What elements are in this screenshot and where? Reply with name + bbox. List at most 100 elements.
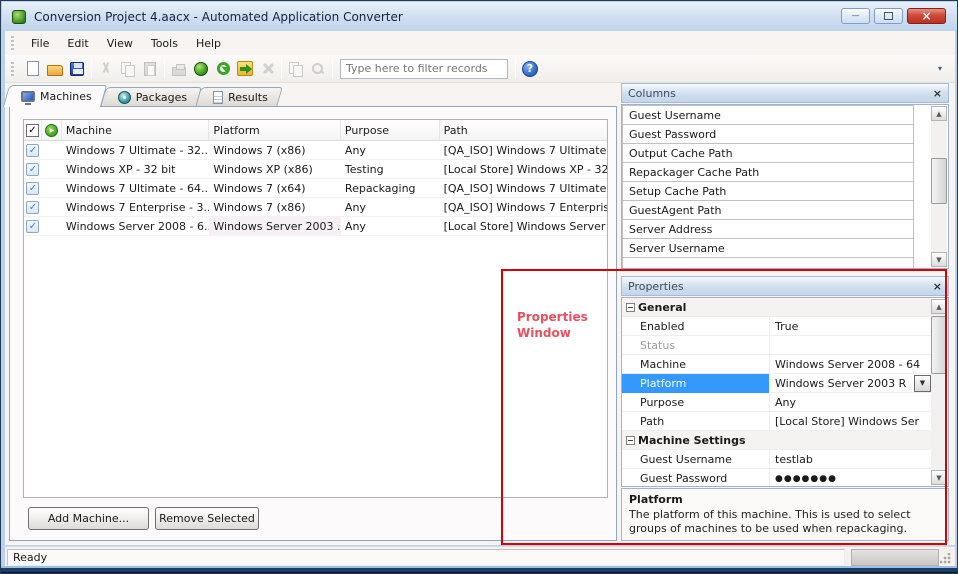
platform-dropdown-button[interactable]	[914, 375, 931, 392]
select-all-checkbox[interactable]	[26, 124, 39, 137]
scrollbar-thumb[interactable]	[931, 316, 947, 374]
row-checkbox[interactable]	[26, 201, 39, 214]
property-row-enabled[interactable]: Enabled True	[622, 317, 932, 336]
results-document-icon	[213, 91, 223, 104]
scroll-up-icon[interactable]	[931, 299, 947, 314]
scroll-up-icon[interactable]	[931, 106, 947, 121]
run-play-icon	[45, 124, 58, 137]
menu-item-file[interactable]: File	[22, 34, 58, 53]
save-button[interactable]	[66, 58, 88, 80]
resize-grip[interactable]	[940, 553, 951, 564]
restore-button[interactable]	[874, 8, 903, 24]
packages-cd-icon	[118, 91, 131, 104]
columns-close-icon[interactable]	[933, 88, 942, 99]
window-frame-bottom	[1, 566, 958, 573]
column-item[interactable]: Server Username	[622, 238, 914, 258]
columns-panel-header[interactable]: Columns	[621, 83, 949, 103]
minimize-button[interactable]	[841, 8, 870, 24]
menu-item-tools[interactable]: Tools	[142, 34, 187, 53]
columns-scrollbar[interactable]	[931, 106, 947, 267]
menu-item-edit[interactable]: Edit	[58, 34, 97, 53]
tab-results[interactable]: Results	[203, 87, 280, 107]
column-header-platform[interactable]: Platform	[209, 120, 341, 141]
column-header-path[interactable]: Path	[440, 120, 607, 141]
property-row-platform[interactable]: Platform Windows Server 2003 R	[622, 374, 932, 393]
app-icon	[12, 10, 26, 24]
row-checkbox[interactable]	[26, 220, 39, 233]
property-category-general[interactable]: General	[622, 298, 932, 317]
property-row-purpose[interactable]: Purpose Any	[622, 393, 932, 412]
properties-panel-header[interactable]: Properties	[621, 276, 949, 296]
delete-button	[256, 58, 278, 80]
machine-row[interactable]: Windows 7 Ultimate - 64... Windows 7 (x6…	[24, 179, 607, 198]
machine-row[interactable]: Windows XP - 32 bit Windows XP (x86) Tes…	[24, 160, 607, 179]
property-category-machine-settings[interactable]: Machine Settings	[622, 431, 932, 450]
refresh-icon	[217, 62, 230, 75]
scrollbar-thumb[interactable]	[931, 158, 947, 204]
menu-item-view[interactable]: View	[98, 34, 142, 53]
property-row-status[interactable]: Status	[622, 336, 932, 355]
add-machine-button[interactable]: Add Machine...	[28, 507, 149, 530]
new-button[interactable]	[22, 58, 44, 80]
tab-packages[interactable]: Packages	[108, 87, 199, 107]
title-bar[interactable]: Conversion Project 4.aacx - Automated Ap…	[2, 2, 958, 31]
converter-orb-icon	[194, 62, 208, 76]
help-button[interactable]	[519, 58, 541, 80]
machine-row[interactable]: Windows Server 2008 - 6... Windows Serve…	[24, 217, 607, 236]
property-description: Platform The platform of this machine. T…	[621, 488, 949, 541]
paste-button	[139, 58, 161, 80]
machine-row[interactable]: Windows 7 Ultimate - 32... Windows 7 (x8…	[24, 141, 607, 160]
collapse-icon[interactable]	[626, 303, 635, 312]
column-item[interactable]: Output Cache Path	[622, 143, 914, 163]
column-item[interactable]: GuestAgent Path	[622, 200, 914, 220]
row-checkbox[interactable]	[26, 163, 39, 176]
property-row-path[interactable]: Path [Local Store] Windows Ser	[622, 412, 932, 431]
remove-selected-button[interactable]: Remove Selected	[155, 507, 259, 530]
machine-row[interactable]: Windows 7 Enterprise - 3... Windows 7 (x…	[24, 198, 607, 217]
printer-icon	[172, 67, 186, 76]
toolbar-gripper[interactable]	[11, 62, 14, 76]
scroll-down-icon[interactable]	[931, 252, 947, 267]
paste-icon	[144, 62, 156, 76]
status-text: Ready	[7, 549, 845, 566]
property-description-title: Platform	[629, 493, 941, 506]
row-checkbox[interactable]	[26, 144, 39, 157]
cut-button	[95, 58, 117, 80]
new-document-icon	[27, 61, 39, 76]
tab-machines[interactable]: Machines	[11, 85, 104, 107]
menu-gripper[interactable]	[11, 36, 14, 50]
column-item[interactable]: Server Address	[622, 219, 914, 239]
toolbar	[5, 55, 955, 83]
column-item[interactable]: Guest Password	[622, 124, 914, 144]
property-row-guest-username[interactable]: Guest Username testlab	[622, 450, 932, 469]
column-item[interactable]: Repackager Cache Path	[622, 162, 914, 182]
save-icon	[70, 62, 84, 76]
close-button[interactable]	[907, 8, 946, 24]
toolbar-overflow-button[interactable]	[929, 58, 951, 80]
run-column-header[interactable]	[42, 120, 62, 141]
property-row-machine[interactable]: Machine Windows Server 2008 - 64	[622, 355, 932, 374]
menu-bar: File Edit View Tools Help	[5, 31, 955, 55]
collapse-icon[interactable]	[626, 436, 635, 445]
menu-item-help[interactable]: Help	[187, 34, 230, 53]
column-item-clipped[interactable]	[622, 257, 914, 269]
converter-button[interactable]	[190, 58, 212, 80]
column-item[interactable]: Guest Username	[622, 105, 914, 125]
property-row-guest-password[interactable]: Guest Password ●●●●●●●	[622, 469, 932, 487]
column-header-purpose[interactable]: Purpose	[341, 120, 440, 141]
cut-icon	[99, 62, 113, 76]
print-button	[168, 58, 190, 80]
column-header-machine[interactable]: Machine	[62, 120, 210, 141]
toolbar-separator	[91, 59, 92, 79]
properties-close-icon[interactable]	[933, 281, 942, 292]
delete-x-icon	[261, 62, 274, 75]
properties-scrollbar[interactable]	[931, 299, 947, 485]
filter-input[interactable]	[340, 59, 508, 79]
scroll-down-icon[interactable]	[931, 470, 947, 485]
refresh-button[interactable]	[212, 58, 234, 80]
duplicate-button	[285, 58, 307, 80]
row-checkbox[interactable]	[26, 182, 39, 195]
export-button[interactable]	[234, 58, 256, 80]
open-button[interactable]	[44, 58, 66, 80]
column-item[interactable]: Setup Cache Path	[622, 181, 914, 201]
